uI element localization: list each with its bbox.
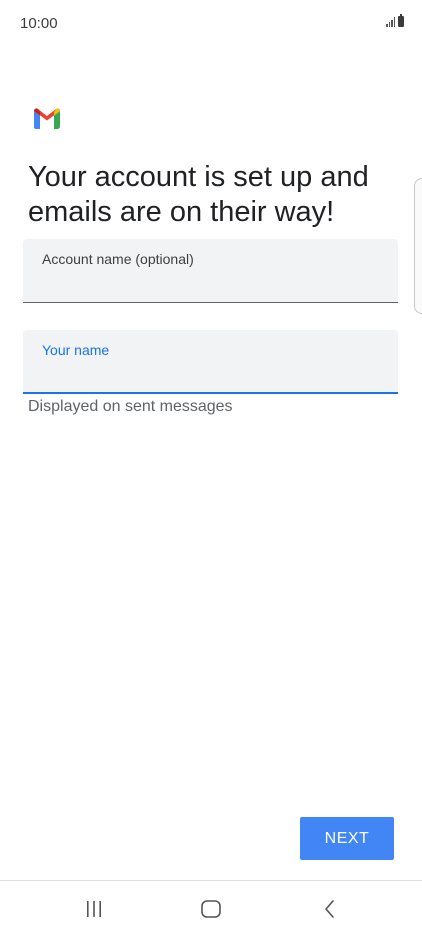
your-name-helper-text: Displayed on sent messages (28, 398, 233, 415)
navigation-bar (0, 881, 422, 937)
your-name-field[interactable]: Your name (23, 330, 398, 394)
battery-icon (398, 14, 404, 27)
edge-panel-handle[interactable] (414, 178, 422, 314)
account-name-field[interactable]: Account name (optional) (23, 239, 398, 303)
page-title: Your account is set up and emails are on… (28, 161, 369, 228)
home-icon (201, 900, 221, 918)
gmail-logo (34, 108, 60, 129)
status-time: 10:00 (20, 15, 58, 32)
recents-icon (87, 901, 101, 917)
home-button[interactable] (191, 893, 231, 925)
back-icon (325, 900, 334, 918)
status-icons (386, 14, 404, 27)
your-name-label: Your name (42, 342, 110, 358)
status-bar: 10:00 (0, 0, 422, 48)
next-button[interactable]: NEXT (300, 817, 394, 860)
back-button[interactable] (310, 893, 350, 925)
signal-icon (386, 17, 395, 27)
account-name-input[interactable] (42, 271, 372, 295)
recents-button[interactable] (74, 893, 114, 925)
account-name-label: Account name (optional) (42, 251, 194, 267)
your-name-input[interactable] (42, 362, 372, 386)
